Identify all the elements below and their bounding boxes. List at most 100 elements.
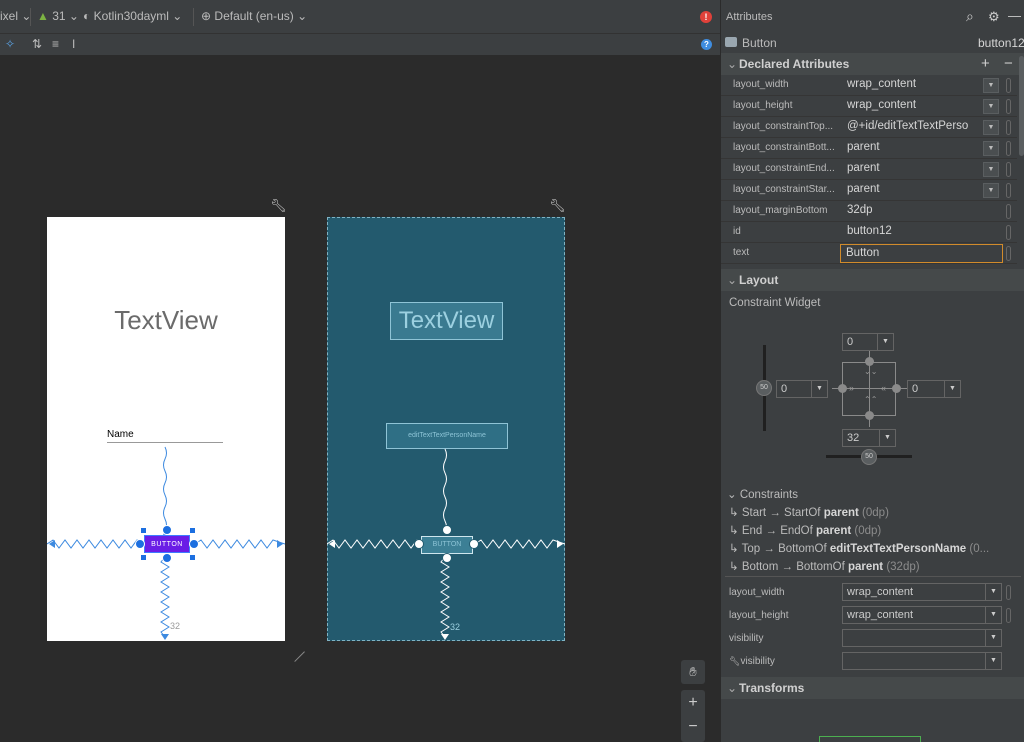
component-type: Button bbox=[742, 36, 777, 50]
guidelines-icon[interactable]: I bbox=[72, 37, 75, 51]
attribute-row-8[interactable]: text Button bbox=[721, 243, 1017, 264]
button-blueprint[interactable]: BUTTON bbox=[421, 536, 473, 554]
align-vertical-icon[interactable]: ⇅ bbox=[32, 37, 42, 51]
end-anchor[interactable] bbox=[892, 384, 901, 393]
bottom-handle[interactable] bbox=[442, 553, 452, 563]
vertical-bias-knob[interactable]: 50 bbox=[756, 380, 772, 396]
resize-handle[interactable] bbox=[141, 555, 146, 560]
top-handle[interactable] bbox=[442, 525, 452, 535]
attribute-row-3[interactable]: layout_constraintBott... parent ▼ bbox=[721, 138, 1017, 159]
gear-icon[interactable]: ⚙ bbox=[988, 9, 1000, 25]
resource-picker-icon[interactable] bbox=[1006, 99, 1011, 114]
constraints-header[interactable]: ⌄ Constraints bbox=[727, 487, 798, 501]
margin-end-dropdown[interactable]: 0 ▼ bbox=[907, 380, 961, 398]
attribute-value[interactable]: parent bbox=[847, 141, 985, 153]
error-icon[interactable]: ! bbox=[700, 11, 712, 23]
attribute-row-5[interactable]: layout_constraintStar... parent ▼ bbox=[721, 180, 1017, 201]
layout-section-header[interactable]: ⌄ Layout bbox=[721, 269, 1024, 291]
attribute-value[interactable]: @+id/editTextTextPerso bbox=[847, 120, 985, 132]
top-anchor[interactable] bbox=[865, 357, 874, 366]
locale-selector[interactable]: ⊕ Default (en-us) ⌄ bbox=[201, 9, 307, 23]
start-anchor[interactable] bbox=[838, 384, 847, 393]
zoom-in-icon[interactable]: + bbox=[681, 690, 705, 716]
magic-wand-icon[interactable]: ✧ bbox=[5, 37, 15, 51]
attribute-row-0[interactable]: layout_width wrap_content ▼ bbox=[721, 75, 1017, 96]
resource-picker-icon[interactable] bbox=[1006, 204, 1011, 219]
constraint-item[interactable]: ↳ Start → StartOf parent (0dp) bbox=[729, 505, 889, 519]
theme-selector[interactable]: ◐ Kotlin30dayml ⌄ bbox=[83, 9, 182, 23]
button-preview[interactable]: BUTTON bbox=[144, 535, 190, 553]
bottom-anchor[interactable] bbox=[865, 411, 874, 420]
resource-picker-icon[interactable] bbox=[1006, 608, 1011, 623]
help-icon[interactable]: ? bbox=[701, 39, 712, 50]
api-selector[interactable]: ▲ 31 ⌄ bbox=[37, 9, 79, 23]
search-icon[interactable]: ⌕ bbox=[966, 8, 974, 25]
bottom-handle[interactable] bbox=[162, 553, 172, 563]
resource-picker-icon[interactable] bbox=[1006, 78, 1011, 93]
layout-attr-dropdown[interactable]: wrap_content ▼ bbox=[842, 583, 1002, 601]
margin-start-dropdown[interactable]: 0 ▼ bbox=[776, 380, 828, 398]
resource-picker-icon[interactable] bbox=[1006, 162, 1011, 177]
attribute-value[interactable]: button12 bbox=[847, 225, 985, 237]
resource-picker-icon[interactable] bbox=[1006, 183, 1011, 198]
blueprint-surface[interactable]: TextView editTextTextPersonName BUTTON 3… bbox=[327, 217, 565, 641]
dropdown-arrow-icon[interactable]: ▼ bbox=[983, 183, 999, 198]
resize-handle[interactable] bbox=[190, 528, 195, 533]
wrench-icon[interactable]: 🔧︎ bbox=[549, 198, 566, 214]
device-selector[interactable]: ixel ⌄ bbox=[0, 9, 31, 23]
attribute-value[interactable]: parent bbox=[847, 162, 985, 174]
layout-attr-dropdown[interactable]: ▼ bbox=[842, 652, 1002, 670]
resize-handle[interactable] bbox=[190, 555, 195, 560]
minimize-icon[interactable]: — bbox=[1008, 8, 1021, 23]
panel-scrollbar[interactable] bbox=[1019, 56, 1024, 156]
constraint-icon: ↳ bbox=[729, 507, 742, 519]
attribute-row-7[interactable]: id button12 bbox=[721, 222, 1017, 243]
resize-handle[interactable] bbox=[141, 528, 146, 533]
attribute-row-4[interactable]: layout_constraintEnd... parent ▼ bbox=[721, 159, 1017, 180]
transforms-section-header[interactable]: ⌄ Transforms bbox=[721, 677, 1024, 699]
chevron-right-icon: » bbox=[849, 383, 855, 393]
attribute-row-2[interactable]: layout_constraintTop... @+id/editTextText… bbox=[721, 117, 1017, 138]
zoom-out-icon[interactable]: − bbox=[681, 716, 705, 742]
dropdown-arrow-icon[interactable]: ▼ bbox=[983, 141, 999, 156]
wrench-icon[interactable]: 🔧︎ bbox=[270, 198, 287, 214]
dropdown-arrow-icon[interactable]: ▼ bbox=[983, 99, 999, 114]
zoom-controls: + − bbox=[681, 690, 705, 742]
resource-picker-icon[interactable] bbox=[1006, 246, 1011, 261]
resource-picker-icon[interactable] bbox=[1006, 585, 1011, 600]
top-handle[interactable] bbox=[162, 525, 172, 535]
chevron-left-icon: « bbox=[881, 383, 887, 393]
attribute-value[interactable]: parent bbox=[847, 183, 985, 195]
attribute-value[interactable]: 32dp bbox=[847, 204, 985, 216]
attribute-row-1[interactable]: layout_height wrap_content ▼ bbox=[721, 96, 1017, 117]
dropdown-arrow-icon[interactable]: ▼ bbox=[983, 78, 999, 93]
layout-attr-dropdown[interactable]: wrap_content ▼ bbox=[842, 606, 1002, 624]
add-attribute-button[interactable]: + bbox=[981, 53, 990, 75]
constraint-item[interactable]: ↳ Bottom → BottomOf parent (32dp) bbox=[729, 559, 920, 573]
constraint-item[interactable]: ↳ Top → BottomOf editTextTextPersonName … bbox=[729, 541, 989, 555]
attribute-value[interactable]: wrap_content bbox=[847, 99, 985, 111]
design-surface[interactable]: TextView Name BUTTON 32 bbox=[47, 217, 285, 641]
attribute-row-6[interactable]: layout_marginBottom 32dp bbox=[721, 201, 1017, 222]
constraint-item[interactable]: ↳ End → EndOf parent (0dp) bbox=[729, 523, 881, 537]
end-handle[interactable] bbox=[469, 539, 479, 549]
dropdown-arrow-icon[interactable]: ▼ bbox=[983, 120, 999, 135]
align-left-icon[interactable]: ≡ bbox=[52, 37, 59, 51]
margin-top-dropdown[interactable]: 0 ▼ bbox=[842, 333, 894, 351]
end-handle[interactable] bbox=[189, 539, 199, 549]
resource-picker-icon[interactable] bbox=[1006, 225, 1011, 240]
declared-attributes-header[interactable]: ⌄ Declared Attributes + − bbox=[721, 53, 1024, 75]
start-handle[interactable] bbox=[414, 539, 424, 549]
attribute-value[interactable]: Button bbox=[840, 244, 1003, 263]
margin-bottom-dropdown[interactable]: 32 ▼ bbox=[842, 429, 896, 447]
remove-attribute-button[interactable]: − bbox=[1004, 53, 1013, 75]
horizontal-bias-knob[interactable]: 50 bbox=[861, 449, 877, 465]
dropdown-arrow-icon[interactable]: ▼ bbox=[983, 162, 999, 177]
pan-hand-icon[interactable]: ✋︎ bbox=[681, 660, 705, 684]
layout-attr-dropdown[interactable]: ▼ bbox=[842, 629, 1002, 647]
attribute-value[interactable]: wrap_content bbox=[847, 78, 985, 90]
resource-picker-icon[interactable] bbox=[1006, 120, 1011, 135]
resource-picker-icon[interactable] bbox=[1006, 141, 1011, 156]
start-handle[interactable] bbox=[135, 539, 145, 549]
attribute-key: text bbox=[733, 247, 750, 258]
